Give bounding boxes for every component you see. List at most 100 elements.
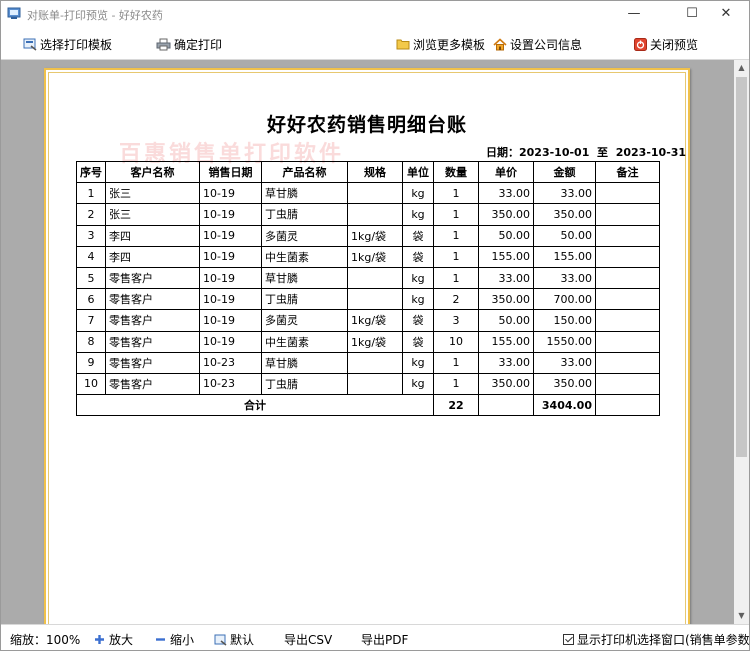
preview-area[interactable]: 好好农药销售明细台账 百惠销售单打印软件 日期：2023-10-01 至 202… (1, 60, 734, 624)
zoom-out-button[interactable]: 缩小 (155, 631, 194, 648)
company-settings-button[interactable]: 设置公司信息 (493, 35, 582, 53)
amount-cell: 155.00 (533, 245, 596, 268)
customer-name-cell: 李四 (105, 245, 200, 268)
export-pdf-button[interactable]: 导出PDF (361, 631, 408, 648)
customer-name-cell: 零售客户 (105, 309, 200, 332)
close-preview-button[interactable]: 关闭预览 (634, 35, 698, 53)
default-zoom-button[interactable]: 默认 (214, 631, 254, 648)
spec-cell (347, 182, 403, 205)
quantity-cell: 3 (433, 309, 479, 332)
column-header: 客户名称 (105, 160, 200, 184)
column-header: 单价 (478, 160, 534, 184)
quantity-cell: 1 (433, 351, 479, 374)
quantity-cell: 1 (433, 372, 479, 396)
export-csv-button[interactable]: 导出CSV (284, 631, 332, 648)
total-unit-price (478, 394, 534, 417)
column-header: 序号 (76, 160, 106, 184)
amount-cell: 33.00 (533, 351, 596, 374)
date-range: 日期：2023-10-01 至 2023-10-31 (486, 144, 686, 160)
column-header: 规格 (347, 160, 403, 184)
zoom-in-label: 放大 (109, 633, 134, 647)
unit-cell: 袋 (402, 245, 434, 268)
column-header: 数量 (433, 160, 479, 184)
vertical-scrollbar[interactable]: ▲ ▼ (734, 60, 749, 624)
spec-cell: 1kg/袋 (347, 245, 403, 268)
app-icon (7, 7, 21, 19)
unit-price-cell: 50.00 (478, 309, 534, 332)
show-printer-dialog-checkbox[interactable]: 显示打印机选择窗口(销售单参数) (563, 631, 750, 648)
product-name-cell: 多菌灵 (261, 309, 348, 332)
table-row: 7 零售客户 10-19 多菌灵 1kg/袋袋 3 50.00 150.00 (76, 309, 660, 332)
unit-price-cell: 155.00 (478, 245, 534, 268)
spec-cell: 1kg/袋 (347, 309, 403, 332)
product-name-cell: 草甘膦 (261, 266, 348, 290)
table-row: 9 零售客户 10-23 草甘膦 kg 1 33.00 33.00 (76, 351, 660, 374)
amount-cell: 50.00 (533, 224, 596, 247)
minimize-button[interactable]: — (611, 1, 657, 27)
unit-price-cell: 50.00 (478, 224, 534, 247)
column-header: 产品名称 (261, 160, 348, 184)
total-row: 合计 22 3404.00 (76, 394, 660, 417)
window-title: 对账单-打印预览 - 好好农药 (27, 9, 163, 22)
spec-cell (347, 288, 403, 311)
product-name-cell: 草甘膦 (261, 351, 348, 374)
customer-name-cell: 零售客户 (105, 351, 200, 374)
spec-cell (347, 203, 403, 226)
customer-name-cell: 零售客户 (105, 330, 200, 353)
folder-icon (396, 39, 410, 50)
quantity-cell: 2 (433, 288, 479, 311)
browse-templates-button[interactable]: 浏览更多模板 (396, 35, 485, 53)
scroll-up-icon[interactable]: ▲ (734, 60, 749, 76)
scrollbar-thumb[interactable] (736, 77, 747, 457)
sale-date-cell: 10-19 (199, 203, 262, 226)
product-name-cell: 丁虫腈 (261, 203, 348, 226)
unit-price-cell: 350.00 (478, 288, 534, 311)
column-header: 备注 (595, 160, 660, 184)
unit-cell: kg (402, 372, 434, 396)
table-row: 4 李四 10-19 中生菌素 1kg/袋袋 1 155.00 155.00 (76, 245, 660, 268)
row-number-cell: 6 (76, 288, 106, 311)
quantity-cell: 1 (433, 224, 479, 247)
product-name-cell: 丁虫腈 (261, 372, 348, 396)
amount-cell: 700.00 (533, 288, 596, 311)
select-template-button[interactable]: 选择打印模板 (23, 35, 112, 53)
spec-cell: 1kg/袋 (347, 224, 403, 247)
row-number-cell: 10 (76, 372, 106, 396)
default-zoom-label: 默认 (230, 633, 255, 647)
checkbox-checked-icon[interactable] (563, 634, 574, 645)
spec-cell (347, 372, 403, 396)
zoom-in-button[interactable]: 放大 (94, 631, 133, 648)
table-body: 1 张三 10-19 草甘膦 kg 1 33.00 33.00 2 张三 10-19 丁虫腈 kg 1 35… (76, 182, 660, 396)
customer-name-cell: 张三 (105, 182, 200, 205)
status-bar: 缩放：100% 放大 缩小 默认 导出CSV 导出PDF 显示打印机选择窗口(销… (1, 624, 750, 650)
document-title: 好好农药销售明细台账 (266, 114, 467, 136)
remark-cell (595, 372, 660, 396)
power-icon (634, 37, 647, 51)
unit-cell: 袋 (402, 224, 434, 247)
scroll-down-icon[interactable]: ▼ (734, 608, 749, 624)
sale-date-cell: 10-19 (199, 288, 262, 311)
remark-cell (595, 245, 660, 268)
customer-name-cell: 零售客户 (105, 266, 200, 290)
home-icon (493, 37, 507, 50)
print-page: 好好农药销售明细台账 百惠销售单打印软件 日期：2023-10-01 至 202… (44, 68, 690, 624)
confirm-print-button[interactable]: 确定打印 (156, 35, 222, 53)
remark-cell (595, 203, 660, 226)
column-header: 金额 (533, 160, 596, 184)
row-number-cell: 1 (76, 182, 106, 205)
product-name-cell: 草甘膦 (261, 182, 348, 205)
product-name-cell: 丁虫腈 (261, 288, 348, 311)
close-button[interactable]: ✕ (703, 1, 749, 27)
row-number-cell: 4 (76, 245, 106, 268)
amount-cell: 350.00 (533, 372, 596, 396)
unit-cell: kg (402, 203, 434, 226)
sale-date-cell: 10-19 (199, 266, 262, 290)
customer-name-cell: 零售客户 (105, 288, 200, 311)
plus-icon (95, 635, 104, 644)
quantity-cell: 1 (433, 266, 479, 290)
table-row: 2 张三 10-19 丁虫腈 kg 1 350.00 350.00 (76, 203, 660, 226)
remark-cell (595, 330, 660, 353)
show-printer-dialog-label: 显示打印机选择窗口(销售单参数) (577, 633, 750, 647)
sales-table: 序号 客户名称 销售日期 产品名称 规格 单位 数量 单价 金额 备注 1 张三 1… (76, 160, 660, 417)
minus-icon (156, 638, 165, 641)
